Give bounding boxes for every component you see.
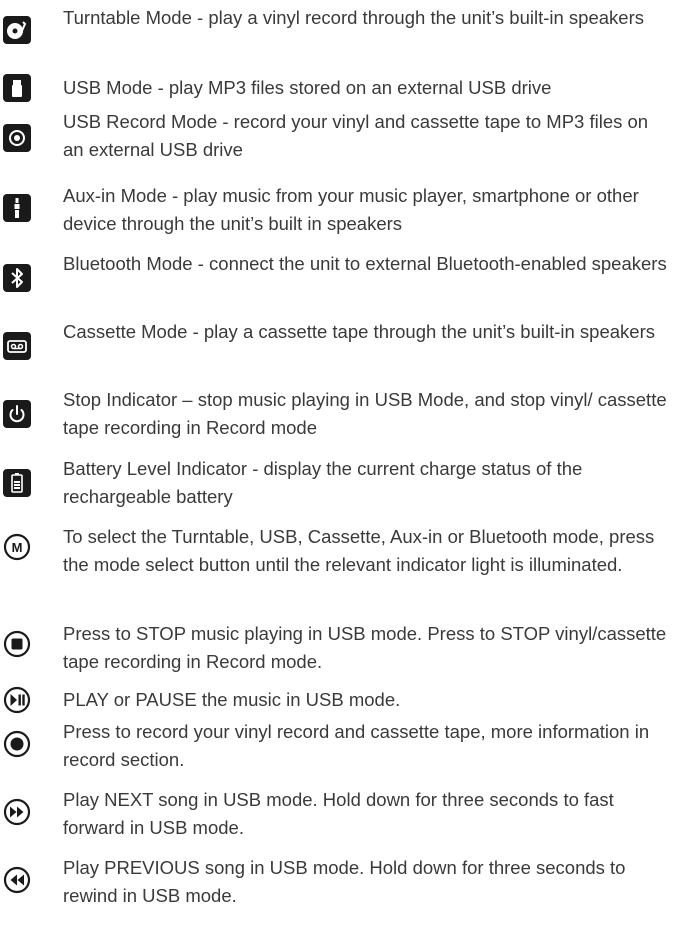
next-button-icon: [3, 798, 31, 826]
aux-jack-icon: [3, 194, 31, 222]
play-pause-button-icon: [3, 686, 31, 714]
bluetooth-icon: [3, 264, 31, 292]
item-text: Cassette Mode - play a cassette tape thr…: [63, 321, 655, 342]
item-text: Aux-in Mode - play music from your music…: [63, 185, 639, 234]
item-text: Press to record your vinyl record and ca…: [63, 721, 650, 770]
svg-text:M: M: [12, 540, 23, 555]
item-text: Play NEXT song in USB mode. Hold down fo…: [63, 789, 614, 838]
item-text: Play PREVIOUS song in USB mode. Hold dow…: [63, 857, 626, 906]
item-text: Bluetooth Mode - connect the unit to ext…: [63, 253, 667, 274]
cassette-icon: [3, 332, 31, 360]
item-text: Stop Indicator – stop music playing in U…: [63, 389, 667, 438]
item-text: Turntable Mode - play a vinyl record thr…: [63, 7, 644, 28]
stop-button-icon: [3, 630, 31, 658]
mode-button-icon: M: [3, 533, 31, 561]
usb-drive-icon: [3, 74, 31, 102]
item-text: PLAY or PAUSE the music in USB mode.: [63, 689, 401, 710]
battery-icon: [3, 469, 31, 497]
power-icon: [3, 400, 31, 428]
item-text: Press to STOP music playing in USB mode.…: [63, 623, 667, 672]
item-text: Battery Level Indicator - display the cu…: [63, 458, 583, 507]
turntable-icon: [3, 16, 31, 44]
usb-record-icon: [3, 124, 31, 152]
record-button-icon: [3, 730, 31, 758]
previous-button-icon: [3, 866, 31, 894]
item-text: To select the Turntable, USB, Cassette, …: [63, 526, 655, 575]
item-text: USB Record Mode - record your vinyl and …: [63, 111, 649, 160]
item-text: USB Mode - play MP3 files stored on an e…: [63, 77, 552, 98]
